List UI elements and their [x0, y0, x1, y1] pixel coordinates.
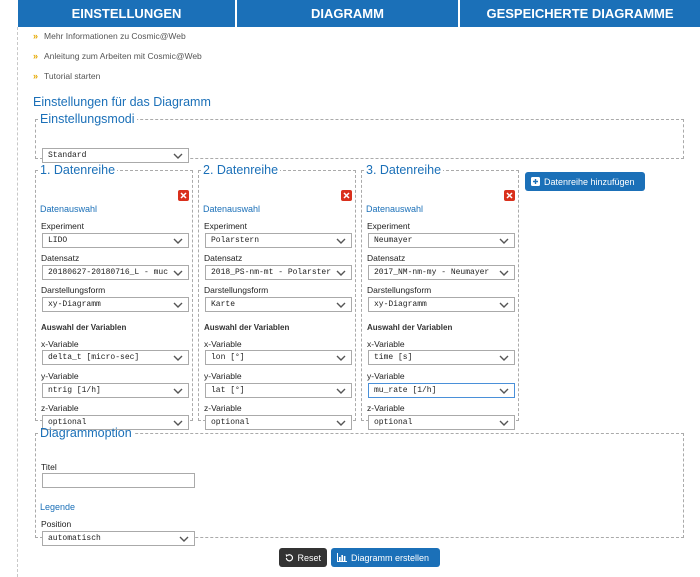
series-2-x-label: x-Variable — [204, 339, 242, 349]
series-2-z-label: z-Variable — [204, 403, 242, 413]
chevron-down-icon — [336, 238, 346, 244]
chevron-down-icon — [173, 388, 183, 394]
reset-button[interactable]: Reset — [279, 548, 327, 567]
legend-position-select[interactable]: automatisch — [42, 531, 195, 546]
add-series-button[interactable]: Datenreihe hinzufügen — [525, 172, 645, 191]
series-2-y-label: y-Variable — [204, 371, 242, 381]
chevron-down-icon — [173, 302, 183, 308]
delete-series-1-button[interactable] — [178, 190, 189, 201]
series-3-fieldset: 3. Datenreihe Datenauswahl Experiment Ne… — [361, 163, 519, 430]
series-1-darstellungsform-select[interactable]: xy-Diagramm — [42, 297, 189, 312]
close-icon — [343, 192, 350, 199]
series-2-fieldset: 2. Datenreihe Datenauswahl Experiment Po… — [198, 163, 356, 430]
series-2-x-select[interactable]: lon [°] — [205, 350, 352, 365]
series-3-y-select[interactable]: mu_rate [1/h] — [368, 383, 515, 398]
settings-modes-fieldset: Einstellungsmodi Standard — [35, 112, 684, 163]
series-3-darstellungsform-select[interactable]: xy-Diagramm — [368, 297, 515, 312]
position-label: Position — [41, 519, 72, 529]
series-1-y-select[interactable]: ntrig [1/h] — [42, 383, 189, 398]
series-1-darstellungsform-label: Darstellungsform — [41, 285, 106, 295]
title-input[interactable] — [42, 473, 195, 488]
series-1-experiment-label: Experiment — [41, 221, 84, 231]
series-3-x-label: x-Variable — [367, 339, 405, 349]
series-3-variables-heading: Auswahl der Variablen — [367, 323, 453, 332]
series-3-z-label: z-Variable — [367, 403, 405, 413]
link-more-info[interactable]: » Mehr Informationen zu Cosmic@Web — [33, 27, 202, 45]
series-2-experiment-select[interactable]: Polarstern — [205, 233, 352, 248]
series-1-fieldset: 1. Datenreihe Datenauswahl Experiment LI… — [35, 163, 193, 430]
chevron-down-icon — [173, 153, 183, 159]
series-1-datensatz-select[interactable]: 20180627-20180716_L - muc — [42, 265, 189, 280]
series-2-datensatz-label: Datensatz — [204, 253, 243, 263]
settings-heading: Einstellungen für das Diagramm — [33, 95, 211, 109]
chevron-down-icon — [336, 270, 346, 276]
reset-icon — [285, 554, 294, 562]
tab-diagramm[interactable]: DIAGRAMM — [237, 0, 460, 27]
diagram-option-fieldset: Diagrammoption Titel Legende Position au… — [35, 426, 684, 546]
legend-section-heading: Legende — [40, 502, 76, 512]
series-1-datensatz-label: Datensatz — [41, 253, 80, 263]
settings-page: » Mehr Informationen zu Cosmic@Web » Anlei… — [17, 27, 700, 577]
title-label: Titel — [41, 462, 57, 472]
chevron-down-icon — [173, 355, 183, 361]
settings-mode-select[interactable]: Standard — [42, 148, 189, 163]
series-2-variables-heading: Auswahl der Variablen — [204, 323, 290, 332]
delete-series-2-button[interactable] — [341, 190, 352, 201]
series-1-experiment-select[interactable]: LIDO — [42, 233, 189, 248]
series-3-x-select[interactable]: time [s] — [368, 350, 515, 365]
chevron-down-icon — [499, 302, 509, 308]
series-1-datenauswahl: Datenauswahl — [40, 204, 98, 214]
link-tutorial[interactable]: » Tutorial starten — [33, 67, 202, 85]
plus-square-icon — [531, 177, 540, 186]
chevron-down-icon — [173, 238, 183, 244]
series-2-darstellungsform-label: Darstellungsform — [204, 285, 269, 295]
series-1-x-select[interactable]: delta_t [micro-sec] — [42, 350, 189, 365]
top-navigation: EINSTELLUNGEN DIAGRAMM GESPEICHERTE DIAG… — [18, 0, 700, 27]
series-2-experiment-label: Experiment — [204, 221, 247, 231]
settings-modes-legend: Einstellungsmodi — [40, 112, 135, 126]
series-1-variables-heading: Auswahl der Variablen — [41, 323, 127, 332]
series-3-datensatz-select[interactable]: 2017_NM-nm-my - Neumayer — [368, 265, 515, 280]
close-icon — [180, 192, 187, 199]
chevron-down-icon — [336, 388, 346, 394]
chevron-right-icon: » — [33, 71, 39, 81]
diagram-option-legend: Diagrammoption — [40, 426, 132, 440]
chevron-down-icon — [499, 270, 509, 276]
series-3-y-label: y-Variable — [367, 371, 405, 381]
delete-series-3-button[interactable] — [504, 190, 515, 201]
series-1-z-label: z-Variable — [41, 403, 79, 413]
series-2-y-select[interactable]: lat [°] — [205, 383, 352, 398]
chevron-down-icon — [336, 302, 346, 308]
series-2-title: 2. Datenreihe — [203, 163, 279, 177]
series-1-title: 1. Datenreihe — [40, 163, 116, 177]
series-3-title: 3. Datenreihe — [366, 163, 442, 177]
series-1-x-label: x-Variable — [41, 339, 79, 349]
link-instructions[interactable]: » Anleitung zum Arbeiten mit Cosmic@Web — [33, 47, 202, 65]
chevron-down-icon — [499, 388, 509, 394]
chevron-down-icon — [173, 270, 183, 276]
chevron-right-icon: » — [33, 51, 39, 61]
series-3-datenauswahl: Datenauswahl — [366, 204, 424, 214]
series-2-datenauswahl: Datenauswahl — [203, 204, 261, 214]
chevron-right-icon: » — [33, 31, 39, 41]
chevron-down-icon — [336, 355, 346, 361]
create-diagram-button[interactable]: Diagramm erstellen — [331, 548, 440, 567]
tab-gespeicherte-diagramme[interactable]: GESPEICHERTE DIAGRAMME — [460, 0, 700, 27]
info-links: » Mehr Informationen zu Cosmic@Web » Anlei… — [33, 27, 202, 85]
bar-chart-icon — [337, 553, 347, 562]
chevron-down-icon — [499, 355, 509, 361]
series-3-datensatz-label: Datensatz — [367, 253, 406, 263]
tab-einstellungen[interactable]: EINSTELLUNGEN — [18, 0, 237, 27]
series-2-datensatz-select[interactable]: 2018_PS-nm-mt - Polarster — [205, 265, 352, 280]
series-2-darstellungsform-select[interactable]: Karte — [205, 297, 352, 312]
close-icon — [506, 192, 513, 199]
chevron-down-icon — [499, 238, 509, 244]
series-3-experiment-label: Experiment — [367, 221, 410, 231]
series-1-y-label: y-Variable — [41, 371, 79, 381]
chevron-down-icon — [179, 536, 189, 542]
series-3-darstellungsform-label: Darstellungsform — [367, 285, 432, 295]
series-3-experiment-select[interactable]: Neumayer — [368, 233, 515, 248]
